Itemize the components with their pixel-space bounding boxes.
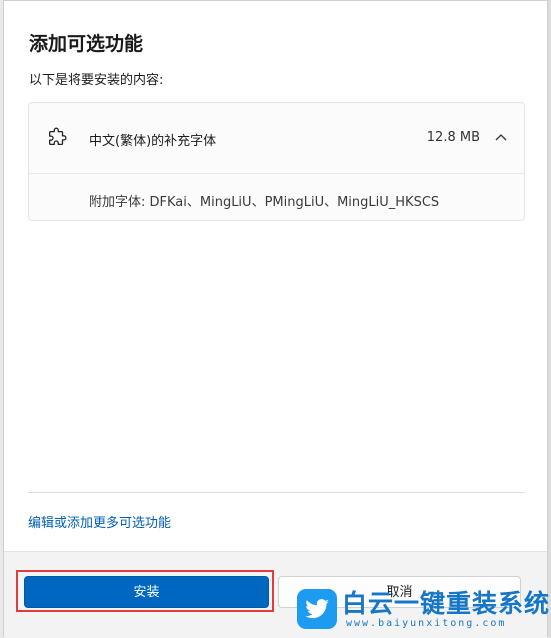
divider — [28, 492, 525, 493]
edit-add-more-features-link[interactable]: 编辑或添加更多可选功能 — [28, 512, 171, 531]
watermark-url: www.baiyunxitong.com — [346, 618, 507, 629]
feature-details: 附加字体: DFKai、MingLiU、PMingLiU、MingLiU_HKS… — [89, 195, 440, 210]
twitter-bird-icon — [297, 589, 337, 629]
chevron-up-icon[interactable] — [494, 132, 508, 142]
watermark-title: 白云一键重装系统 — [342, 589, 551, 618]
feature-card-header[interactable]: 中文(繁体)的补充字体 12.8 MB — [29, 103, 524, 174]
watermark: 白云一键重装系统 www.baiyunxitong.com — [296, 584, 549, 636]
feature-name: 中文(繁体)的补充字体 — [89, 134, 217, 149]
install-button[interactable]: 安装 — [24, 576, 269, 608]
dialog-title: 添加可选功能 — [29, 33, 144, 55]
add-optional-features-dialog: 添加可选功能 以下是将要安装的内容: 中文(繁体)的补充字体 12.8 MB 附… — [3, 0, 548, 638]
puzzle-piece-icon — [49, 127, 67, 146]
feature-card: 中文(繁体)的补充字体 12.8 MB 附加字体: DFKai、MingLiU、… — [28, 102, 525, 221]
feature-size: 12.8 MB — [426, 130, 480, 145]
dialog-subtitle: 以下是将要安装的内容: — [29, 73, 164, 88]
